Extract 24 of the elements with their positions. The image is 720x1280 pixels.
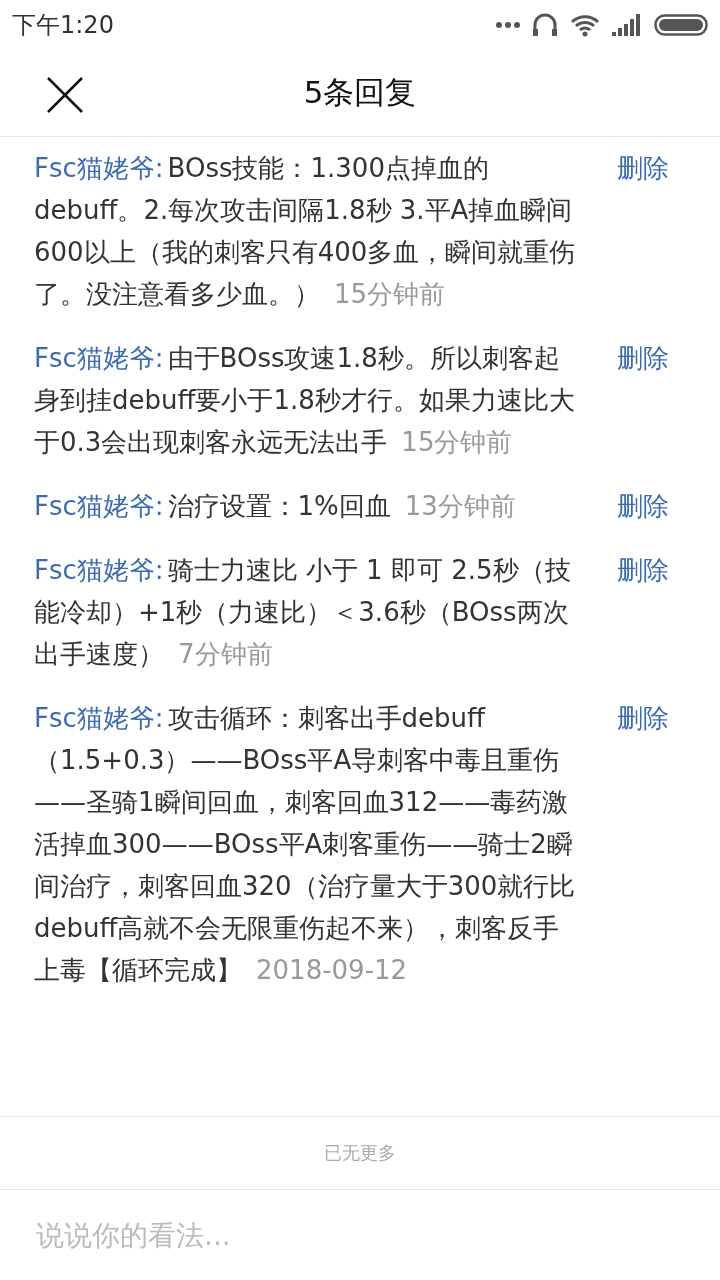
author-link[interactable]: Fsc猫姥爷: [34,703,164,733]
more-icon [496,22,520,28]
author-link[interactable]: Fsc猫姥爷: [34,153,164,183]
delete-button[interactable]: 删除 [617,337,669,379]
reply-text: Fsc猫姥爷:骑士力速比 小于 1 即可 2.5秒（技能冷却）+1秒（力速比）＜3.6秒（BOss两次出手速度） 7分钟前 [34,554,572,671]
close-button[interactable] [46,76,84,114]
battery-icon [654,14,708,36]
delete-button[interactable]: 删除 [617,549,669,591]
end-note: 已无更多 [324,1141,396,1165]
reply-text: Fsc猫姥爷:由于BOss攻速1.8秒。所以刺客起身到挂debuff要小于1.8秒才行。如果力速比大于0.3会出现刺客永远无法出手 15分钟前 [34,342,576,459]
reply-text: Fsc猫姥爷:攻击循环：刺客出手debuff（1.5+0.3）——BOss平A导刺客中毒且重伤——圣骑1瞬间回血，刺客回血312——毒药激活掉血300——BOss平A刺客重伤——骑士2瞬间治疗，刺客回血320（治疗量大于300就行比debuff高就不会无限重伤起不来），刺客反手上毒【循环完成】 2018-09-12 [34,702,577,987]
author-link[interactable]: Fsc猫姥爷: [34,491,164,521]
author-link[interactable]: Fsc猫姥爷: [34,343,164,373]
status-time: 下午1:20 [12,10,114,41]
delete-button[interactable]: 删除 [617,147,669,189]
author-link[interactable]: Fsc猫姥爷: [34,555,164,585]
delete-button[interactable]: 删除 [617,697,669,739]
reply-text: Fsc猫姥爷:治疗设置：1%回血 13分钟前 [34,490,517,523]
page-title: 5条回复 [303,73,417,112]
delete-button[interactable]: 删除 [617,485,669,527]
wifi-icon [570,13,600,37]
reply-text: Fsc猫姥爷:BOss技能：1.300点掉血的debuff。2.每次攻击间隔1.8秒 3.平A掉血瞬间600以上（我的刺客只有400多血，瞬间就重伤了。没注意看多少血。） 15分钟前 [34,152,577,311]
signal-icon [612,14,642,36]
headset-icon [532,13,558,37]
